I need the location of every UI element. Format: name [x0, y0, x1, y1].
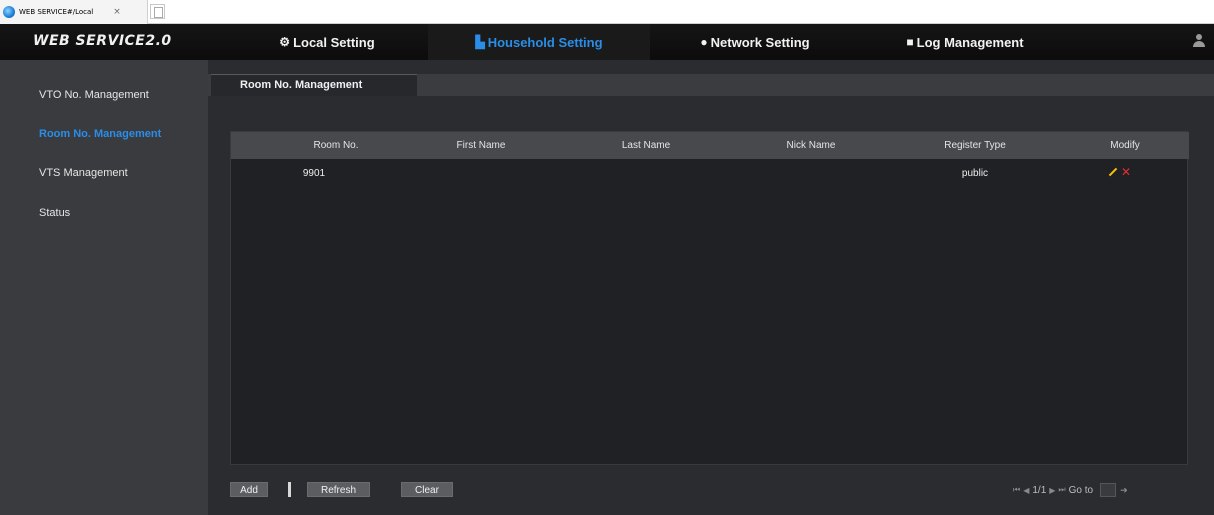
globe-icon: ● [700, 35, 708, 49]
nav-label: Log Management [916, 34, 1024, 50]
brand-logo: WEB SERVICE2.0 [33, 33, 172, 49]
next-page-icon[interactable]: ▶ [1049, 486, 1055, 495]
nav-network-setting[interactable]: ● Network Setting [650, 24, 860, 60]
sidebar-item-status[interactable]: Status [39, 207, 70, 219]
column-header-room-no: Room No. [313, 140, 359, 151]
page-indicator: 1/1 [1032, 484, 1047, 496]
browser-tab[interactable]: WEB SERVICE#/Local × [0, 0, 148, 24]
go-arrow-icon[interactable]: ➜ [1120, 485, 1128, 496]
column-header-first-name: First Name [456, 140, 506, 151]
modify-cell: ✕ [1107, 166, 1131, 178]
clear-button[interactable]: Clear [401, 482, 453, 497]
user-icon[interactable] [1193, 34, 1205, 48]
app-header: WEB SERVICE2.0 ⚙ Local Setting ▙ Househo… [0, 24, 1214, 60]
nav-log-management[interactable]: ■ Log Management [860, 24, 1070, 60]
tab-room-no-management[interactable]: Room No. Management [211, 74, 417, 96]
column-header-last-name: Last Name [621, 140, 671, 151]
sidebar: VTO No. Management Room No. Management V… [0, 60, 208, 515]
sidebar-item-vto-no-management[interactable]: VTO No. Management [39, 89, 149, 101]
gear-icon: ⚙ [279, 35, 291, 49]
cell-room-no: 9901 [302, 168, 326, 179]
table-row[interactable]: 9901 public ✕ [231, 159, 1189, 187]
refresh-button[interactable]: Refresh [307, 482, 370, 497]
column-header-nick-name: Nick Name [786, 140, 836, 151]
goto-label: Go to [1068, 484, 1094, 496]
browser-tab-title: WEB SERVICE#/Local [19, 8, 94, 16]
nav-household-setting[interactable]: ▙ Household Setting [428, 24, 650, 60]
household-icon: ▙ [475, 35, 485, 49]
nav-local-setting[interactable]: ⚙ Local Setting [226, 24, 428, 60]
add-button[interactable]: Add [230, 482, 268, 497]
sidebar-item-vts-management[interactable]: VTS Management [39, 167, 128, 179]
browser-tab-strip: WEB SERVICE#/Local × [0, 0, 1214, 24]
close-tab-icon[interactable]: × [113, 7, 121, 17]
content-panel: Room No. Management Room No. First Name … [208, 60, 1214, 515]
last-page-icon[interactable]: ⏭ [1058, 485, 1065, 495]
first-page-icon[interactable]: ⏮ [1013, 485, 1020, 495]
nav-label: Local Setting [293, 34, 375, 50]
prev-page-icon[interactable]: ◀ [1023, 486, 1029, 495]
main-area: VTO No. Management Room No. Management V… [0, 60, 1214, 515]
column-header-modify: Modify [1110, 140, 1140, 151]
delete-x-icon[interactable]: ✕ [1121, 166, 1131, 178]
column-header-register-type: Register Type [944, 140, 1006, 151]
nav-label: Household Setting [487, 34, 603, 50]
divider [288, 482, 291, 497]
room-table: Room No. First Name Last Name Nick Name … [230, 131, 1189, 465]
goto-page-input[interactable] [1100, 483, 1117, 497]
nav-label: Network Setting [710, 34, 810, 50]
log-icon: ■ [906, 35, 914, 49]
sidebar-item-room-no-management[interactable]: Room No. Management [39, 128, 161, 140]
browser-icon [3, 6, 15, 18]
action-bar: Add Refresh Clear ⏮ ◀ 1/1 ▶ ⏭ Go to ➜ [208, 475, 1214, 505]
cell-register-type: public [961, 168, 989, 179]
table-header: Room No. First Name Last Name Nick Name … [231, 132, 1189, 159]
new-tab-button[interactable] [150, 4, 165, 19]
pagination: ⏮ ◀ 1/1 ▶ ⏭ Go to ➜ [1013, 483, 1131, 497]
edit-pencil-icon[interactable] [1107, 167, 1117, 177]
